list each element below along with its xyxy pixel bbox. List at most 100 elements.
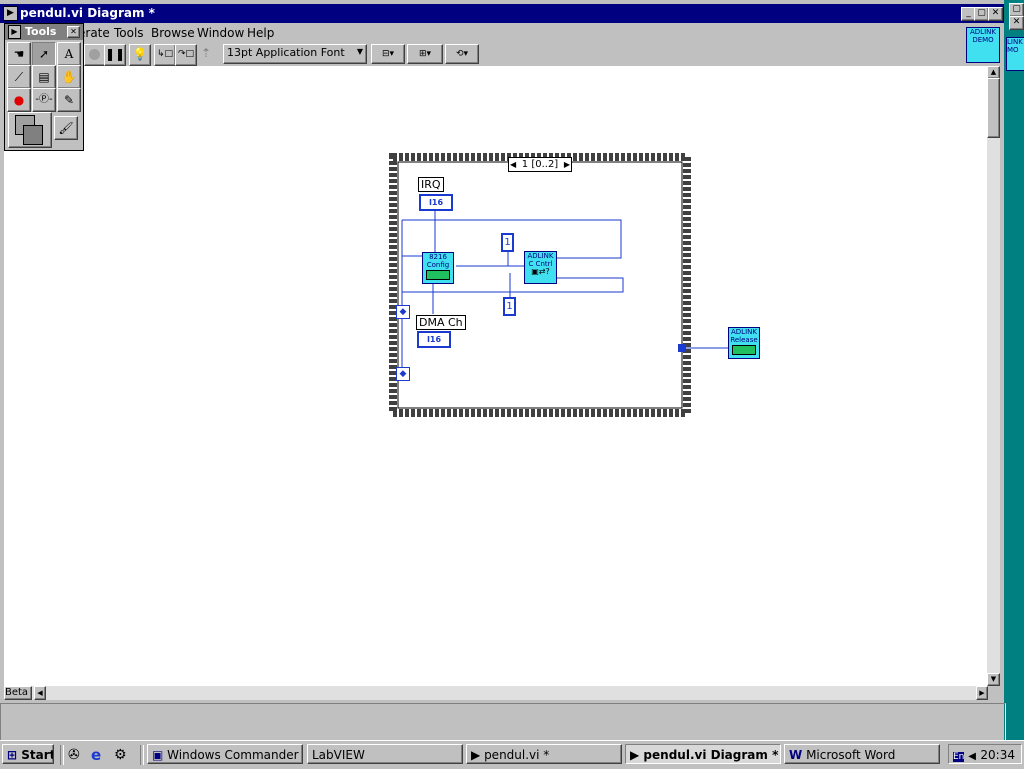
title-bar[interactable]: ▶ pendul.vi Diagram * _ ▢ ✕ [0,4,1004,23]
start-button[interactable]: ⊞ Start [2,744,54,764]
menu-window[interactable]: Window [197,26,244,40]
labview-icon: ▶ [471,748,481,762]
dma-control[interactable]: I16 [417,331,451,348]
release-vi-line2: Release [730,336,758,344]
scroll-down-button[interactable]: ▼ [987,673,1000,686]
operate-tool-hand-icon[interactable]: ☚ [7,42,31,66]
font-select-value: 13pt Application Font [227,46,345,59]
breakpoint-tool-icon[interactable]: ● [7,88,31,112]
color-copy-dropper-icon[interactable]: ✎ [57,88,81,112]
run-button[interactable] [84,44,106,66]
object-popup-tool-icon[interactable]: ▤ [32,65,56,89]
task-label: pendul.vi * [484,748,550,762]
task-pendul-vi[interactable]: ▶ pendul.vi * [466,744,622,764]
quicklaunch-desktop-icon[interactable]: ✇ [68,747,80,763]
bg-close-button[interactable]: ✕ [1009,16,1024,30]
task-label: Microsoft Word [806,748,896,762]
sequence-value: 1 [0..2] [521,159,559,170]
quicklaunch-ie-icon[interactable]: e [91,746,101,764]
reorder-icon[interactable]: ⟲▾ [445,44,479,64]
menu-browse[interactable]: Browse [151,26,195,40]
task-label: LabVIEW [312,748,365,762]
quicklaunch-separator [60,745,64,765]
vertical-scroll-thumb[interactable] [987,78,1000,138]
app-icon[interactable]: ▶ [3,6,18,21]
task-label: pendul.vi Diagram * [643,748,779,762]
scroll-right-button[interactable]: ▶ [976,686,988,700]
task-labview[interactable]: LabVIEW [307,744,463,764]
quicklaunch-separator [140,745,144,765]
sequence-local-top[interactable]: ◆ [396,305,410,319]
dma-label: DMA Ch [416,315,466,330]
clock[interactable]: 20:34 [980,745,1015,763]
bg-demo-icon[interactable]: LINK MO [1006,37,1024,71]
bg-restore-button[interactable]: ▢ [1009,3,1024,17]
quicklaunch-channels-icon[interactable]: ⚙ [114,747,127,763]
speaker-icon[interactable]: ◀ [968,751,976,762]
label-tool-icon[interactable]: A [57,42,81,66]
probe-tool-icon[interactable]: -Ⓟ- [32,88,56,112]
font-select[interactable]: 13pt Application Font ▼ [223,44,367,64]
pause-button[interactable]: ❚❚ [104,44,126,66]
highlight-execution-icon[interactable]: 💡 [129,44,151,66]
tools-palette-title: Tools [25,25,57,38]
numeric-constant-bottom[interactable]: 1 [503,297,516,316]
adlink-control-vi-node[interactable]: ADLINK C Cntrl ▣⇄? [524,251,557,284]
position-tool-arrow-icon[interactable]: ➚ [32,42,56,66]
numeric-constant-top[interactable]: 1 [501,233,514,252]
vi-connector-icon[interactable]: ADLINK DEMO [966,27,1000,63]
sequence-selector[interactable]: ◀ 1 [0..2] ▶ [508,157,572,172]
step-out-icon: ⇡ [200,46,212,60]
sequence-prev-icon[interactable]: ◀ [510,158,516,171]
palette-icon: ▶ [8,25,21,39]
beta-text: Beta [5,687,29,698]
step-into-icon[interactable]: ↳□ [154,44,176,66]
task-label: Windows Commander 5.0… [167,748,302,762]
release-vi-line1: ADLINK [731,328,757,336]
card-icon [426,270,450,280]
chevron-down-icon: ▼ [356,47,363,56]
step-over-icon[interactable]: ↷□ [175,44,197,66]
menu-tools[interactable]: Tools [114,26,144,40]
wiring-tool-spool-icon[interactable]: ⟋ [7,65,31,89]
irq-control[interactable]: I16 [419,194,453,211]
demo-icon-line1: ADLINK [970,28,996,36]
vertical-scrollbar[interactable]: ▲ ▼ [987,66,1000,686]
language-icon[interactable]: En [953,752,965,762]
adlink-vi-line1: ADLINK [527,252,554,260]
sequence-local-bottom[interactable]: ◆ [396,367,410,381]
task-pendul-diagram[interactable]: ▶ pendul.vi Diagram * [625,744,781,764]
computer-icon: ▣⇄? [531,267,550,276]
color-tool-swatch-icon[interactable] [8,112,52,148]
menu-help[interactable]: Help [247,26,274,40]
card-icon [732,345,756,355]
desktop-strip [1004,0,1024,740]
sequence-next-icon[interactable]: ▶ [564,158,570,171]
scroll-left-button[interactable]: ◀ [34,686,46,700]
scroll-tool-hand-icon[interactable]: ✋ [57,65,81,89]
close-button[interactable]: ✕ [988,7,1003,21]
config-vi-node[interactable]: 8216 Config [422,252,454,284]
floppy-icon: ▣ [152,748,164,762]
tools-palette-header[interactable]: ▶ Tools ✕ [5,24,83,40]
tools-palette[interactable]: ▶ Tools ✕ ☚ ➚ A ⟋ ▤ ✋ ● -Ⓟ- ✎ 🖌 [4,23,84,151]
block-diagram-canvas[interactable]: ◀ 1 [0..2] ▶ IRQ I16 DMA Ch I16 1 1 8216… [4,66,988,686]
labview-icon: ▶ [630,748,640,762]
menu-bar: erate Tools Browse Window Help [4,23,964,43]
beta-label: Beta [4,686,32,700]
adlink-release-vi-node[interactable]: ADLINK Release [728,327,760,359]
system-tray: En ◀ 20:34 [948,744,1022,764]
task-microsoft-word[interactable]: W Microsoft Word [784,744,940,764]
align-objects-icon[interactable]: ⊟▾ [371,44,405,64]
start-label: Start [21,748,54,762]
horizontal-scrollbar[interactable]: Beta ◀ ▶ [4,686,988,700]
distribute-objects-icon[interactable]: ⊞▾ [407,44,443,64]
palette-close-button[interactable]: ✕ [67,26,80,38]
taskbar: ⊞ Start ✇ e ⚙ ▣ Windows Commander 5.0… L… [0,740,1024,769]
config-vi-line2: Config [426,261,450,269]
maximize-button[interactable]: ▢ [974,7,989,21]
wire-layer [389,153,728,417]
task-windows-commander[interactable]: ▣ Windows Commander 5.0… [147,744,303,764]
paintbrush-tool-icon[interactable]: 🖌 [54,116,78,140]
windows-logo-icon: ⊞ [7,748,18,762]
